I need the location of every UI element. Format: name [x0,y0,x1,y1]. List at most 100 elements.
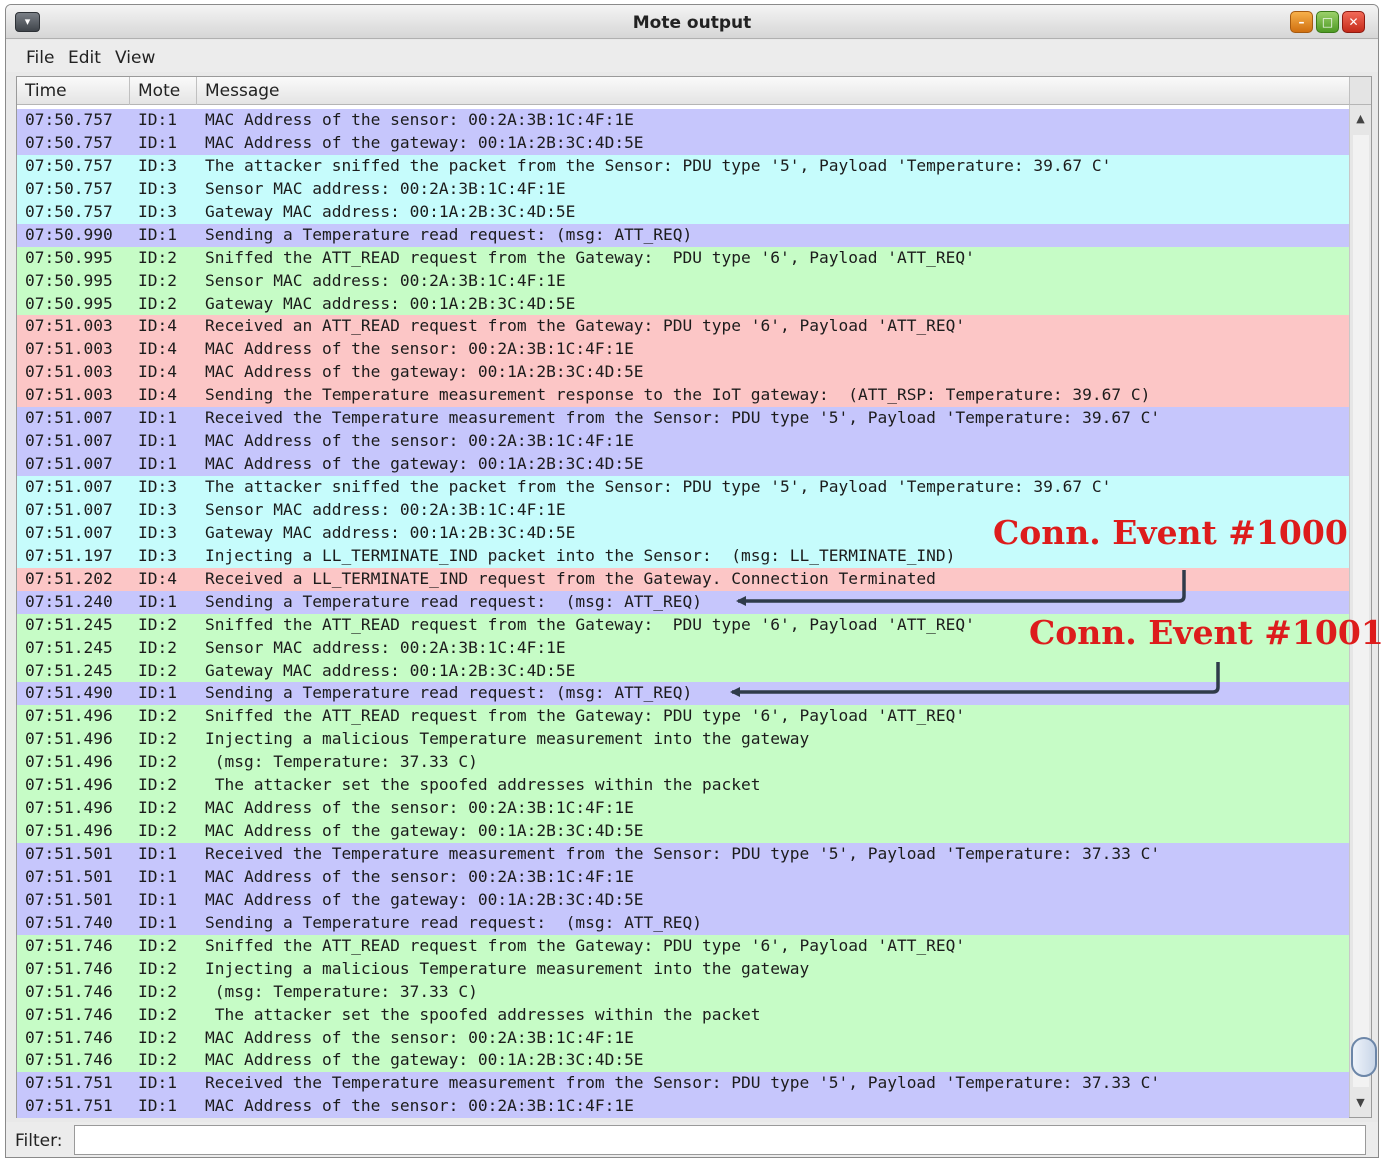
cell-message: Sensor MAC address: 00:2A:3B:1C:4F:1E [205,499,566,519]
title-bar[interactable]: ▾ Mote output – □ ✕ [6,5,1378,39]
filter-label: Filter: [15,1131,63,1151]
column-header-message[interactable]: Message [197,77,1349,105]
table-row[interactable]: 07:50.990 ID:1 Sending a Temperature read … [17,223,1349,247]
cell-mote: ID:2 [138,729,177,749]
table-row[interactable]: 07:51.245 ID:2 Gateway MAC address: 00:1A:… [17,659,1349,683]
table-row[interactable]: 07:51.003 ID:4 Sending the Temperature mea… [17,384,1349,408]
table-row[interactable]: 07:50.757 ID:1 MAC Address of the gateway:… [17,131,1349,155]
cell-mote: ID:3 [138,178,177,198]
cell-message: Sniffed the ATT_READ request from the Ga… [205,247,975,267]
table-row[interactable]: 07:51.746 ID:2 MAC Address of the gateway:… [17,1049,1349,1073]
table-row[interactable]: 07:50.995 ID:2 Gateway MAC address: 00:1A:… [17,292,1349,316]
table-row[interactable]: 07:51.740 ID:1 Sending a Temperature read … [17,911,1349,935]
cell-mote: ID:1 [138,844,177,863]
scroll-track[interactable] [1353,135,1369,1087]
menu-edit[interactable]: Edit [68,48,101,68]
header-corner [1349,77,1371,105]
cell-time: 07:51.197 [25,545,113,565]
table-row[interactable]: 07:51.007 ID:1 Received the Temperature me… [17,407,1349,431]
scroll-thumb[interactable] [1351,1037,1377,1077]
cell-message: MAC Address of the gateway: 00:1A:2B:3C:… [205,132,644,152]
cell-time: 07:51.751 [25,1096,113,1116]
table-row[interactable]: 07:51.751 ID:1 MAC Address of the sensor: … [17,1095,1349,1119]
table-row[interactable]: 07:51.746 ID:2 Sniffed the ATT_READ reques… [17,934,1349,958]
cell-time: 07:51.496 [25,821,113,841]
cell-mote: ID:1 [138,591,177,611]
table-row[interactable]: 07:50.757 ID:3 The attacker sniffed the pa… [17,154,1349,178]
cell-message: MAC Address of the sensor: 00:2A:3B:1C:4… [205,798,634,818]
cell-message: Received the Temperature measurement fro… [205,1073,1161,1093]
cell-time: 07:51.245 [25,614,113,634]
table-row[interactable]: 07:50.757 ID:1 MAC Address of the sensor: … [17,109,1349,132]
table-row[interactable]: 07:51.007 ID:3 The attacker sniffed the pa… [17,476,1349,499]
menu-file[interactable]: File [26,48,54,68]
table-row[interactable]: 07:51.501 ID:1 Received the Temperature me… [17,843,1349,866]
cell-time: 07:51.496 [25,752,113,772]
cell-message: Gateway MAC address: 00:1A:2B:3C:4D:5E [205,201,576,221]
close-button[interactable]: ✕ [1342,11,1365,33]
cell-time: 07:50.757 [25,132,113,152]
cell-time: 07:50.757 [25,201,113,221]
cell-mote: ID:3 [138,201,177,221]
table-row[interactable]: 07:51.490 ID:1 Sending a Temperature read … [17,682,1349,706]
column-header-time[interactable]: Time [17,77,130,105]
table-row[interactable]: 07:51.003 ID:4 MAC Address of the gateway:… [17,361,1349,385]
cell-message: Received the Temperature measurement fro… [205,408,1161,428]
table-row[interactable]: 07:51.496 ID:2 Sniffed the ATT_READ reques… [17,705,1349,729]
cell-time: 07:51.003 [25,339,113,359]
cell-message: MAC Address of the gateway: 00:1A:2B:3C:… [205,362,644,382]
table-row[interactable]: 07:50.757 ID:3 Sensor MAC address: 00:2A:3… [17,177,1349,201]
cell-message: Injecting a malicious Temperature measur… [205,958,810,978]
cell-mote: ID:1 [138,454,177,474]
cell-time: 07:51.007 [25,522,113,542]
scroll-down-arrow-icon[interactable]: ▼ [1352,1093,1369,1113]
cell-message: The attacker sniffed the packet from the… [205,155,1112,175]
cell-mote: ID:4 [138,316,177,336]
cell-mote: ID:2 [138,1050,177,1070]
table-row[interactable]: 07:51.746 ID:2 The attacker set the spoof… [17,1003,1349,1027]
column-header-mote[interactable]: Mote [130,77,197,105]
table-row[interactable]: 07:50.995 ID:2 Sniffed the ATT_READ reques… [17,246,1349,270]
table-row[interactable]: 07:51.501 ID:1 MAC Address of the sensor: … [17,865,1349,889]
table-row[interactable]: 07:51.746 ID:2 MAC Address of the sensor: … [17,1026,1349,1050]
table-row[interactable]: 07:51.240 ID:1 Sending a Temperature read … [17,590,1349,614]
cell-mote: ID:4 [138,339,177,359]
table-row[interactable]: 07:51.496 ID:2 MAC Address of the sensor: … [17,797,1349,821]
menu-view[interactable]: View [115,48,155,68]
vertical-scrollbar[interactable]: ▲ ▼ [1349,105,1377,1117]
table-row[interactable]: 07:51.003 ID:4 MAC Address of the sensor: … [17,338,1349,362]
scroll-up-arrow-icon[interactable]: ▲ [1352,109,1369,129]
maximize-button[interactable]: □ [1316,11,1339,33]
table-row[interactable]: 07:51.202 ID:4 Received a LL_TERMINATE_IND… [17,567,1349,591]
cell-mote: ID:2 [138,660,177,680]
cell-mote: ID:2 [138,798,177,818]
cell-time: 07:51.740 [25,912,113,932]
cell-mote: ID:1 [138,683,177,703]
table-row[interactable]: 07:51.007 ID:1 MAC Address of the sensor: … [17,430,1349,454]
table-row[interactable]: 07:50.995 ID:2 Sensor MAC address: 00:2A:3… [17,269,1349,293]
table-row[interactable]: 07:51.751 ID:1 Received the Temperature me… [17,1072,1349,1096]
cell-time: 07:51.746 [25,1027,113,1047]
cell-time: 07:51.003 [25,385,113,405]
cell-time: 07:51.501 [25,866,113,886]
table-row[interactable]: 07:51.746 ID:2 Injecting a malicious Tempe… [17,957,1349,981]
table-row[interactable]: 07:51.496 ID:2 MAC Address of the gateway:… [17,820,1349,843]
table-row[interactable]: 07:51.007 ID:1 MAC Address of the gateway:… [17,453,1349,476]
cell-mote: ID:1 [138,1073,177,1093]
table-row[interactable]: 07:50.757 ID:3 Gateway MAC address: 00:1A:… [17,200,1349,224]
table-row[interactable]: 07:51.003 ID:4 Received an ATT_READ reques… [17,315,1349,339]
cell-time: 07:51.746 [25,1050,113,1070]
table-row[interactable]: 07:51.496 ID:2 Injecting a malicious Tempe… [17,728,1349,752]
cell-message: MAC Address of the gateway: 00:1A:2B:3C:… [205,1050,644,1070]
filter-input[interactable] [74,1125,1366,1155]
cell-message: Sensor MAC address: 00:2A:3B:1C:4F:1E [205,178,566,198]
minimize-button[interactable]: – [1290,11,1313,33]
table-row[interactable]: 07:51.496 ID:2 The attacker set the spoof… [17,774,1349,798]
table-row[interactable]: 07:51.746 ID:2 (msg: Temperature: 37.33 C… [17,980,1349,1004]
cell-message: MAC Address of the sensor: 00:2A:3B:1C:4… [205,866,634,886]
table-row[interactable]: 07:51.501 ID:1 MAC Address of the gateway:… [17,888,1349,912]
cell-mote: ID:1 [138,224,177,244]
cell-mote: ID:2 [138,1004,177,1024]
table-row[interactable]: 07:51.496 ID:2 (msg: Temperature: 37.33 C… [17,751,1349,775]
cell-message: MAC Address of the sensor: 00:2A:3B:1C:4… [205,1027,634,1047]
